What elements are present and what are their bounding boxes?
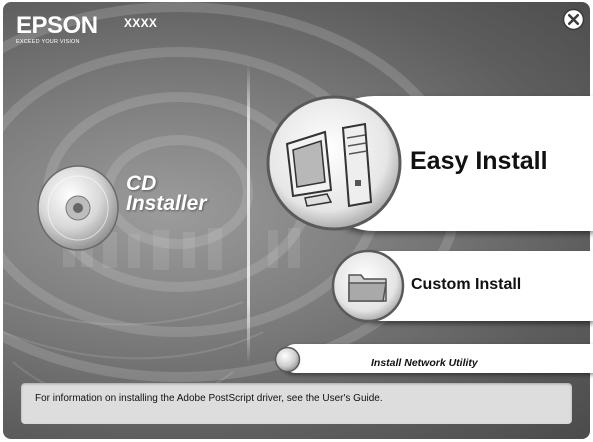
easy-install-label: Easy Install xyxy=(410,147,548,175)
custom-install-label: Custom Install xyxy=(411,276,522,293)
info-bar: For information on installing the Adobe … xyxy=(21,383,572,424)
vertical-divider xyxy=(247,64,250,364)
cd-installer-title: CD Installer xyxy=(126,172,207,215)
install-network-utility-label: Install Network Utility xyxy=(371,357,478,369)
cd-title-line2: Installer xyxy=(126,192,207,215)
model-label: XXXX xyxy=(124,16,158,30)
close-icon[interactable] xyxy=(562,8,585,31)
info-text: For information on installing the Adobe … xyxy=(35,393,383,404)
cd-title-line1: CD xyxy=(126,172,157,195)
epson-logo: EPSON EXCEED YOUR VISION xyxy=(16,14,98,46)
circle-bullet-icon xyxy=(274,346,301,373)
desktop-computer-icon xyxy=(266,95,402,231)
brand-name: EPSON xyxy=(16,12,98,39)
cd-disc-icon xyxy=(37,165,119,251)
folder-icon xyxy=(331,249,405,323)
brand-tagline: EXCEED YOUR VISION xyxy=(16,39,80,45)
